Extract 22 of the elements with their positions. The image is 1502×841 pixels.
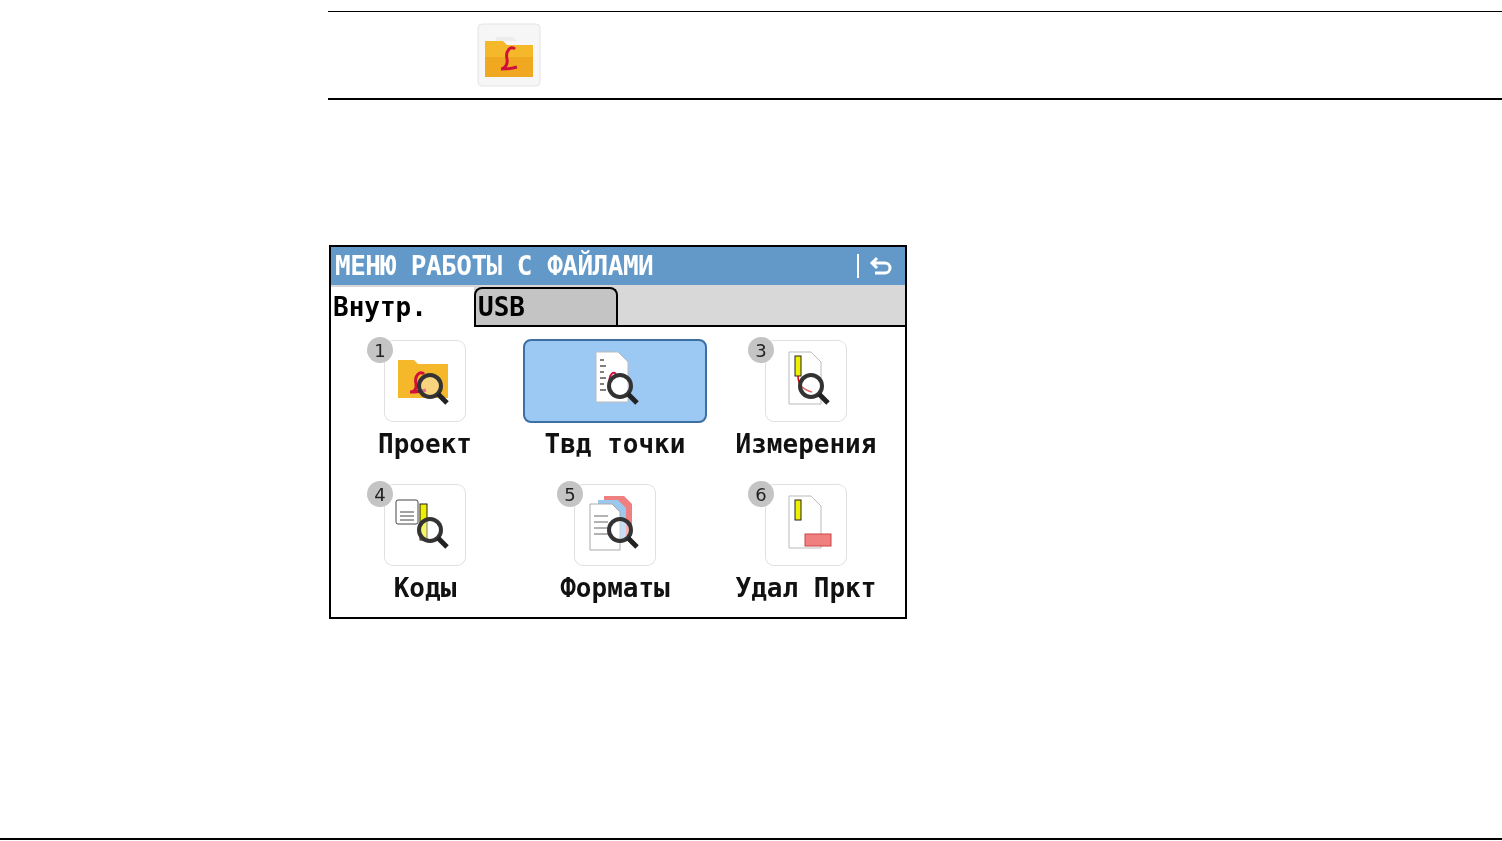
number-badge: 3 xyxy=(748,337,774,363)
menu-label: Форматы xyxy=(560,573,670,603)
menu-label: Твд точки xyxy=(544,429,686,459)
menu-label: Удал Пркт xyxy=(735,573,877,603)
menu-tile[interactable]: 1 xyxy=(333,339,517,423)
tab[interactable]: Внутр. xyxy=(331,287,474,327)
number-badge: 6 xyxy=(748,481,774,507)
back-icon[interactable] xyxy=(869,255,893,277)
menu-tile[interactable] xyxy=(523,339,707,423)
folder-icon xyxy=(477,23,541,87)
menu-label: Измерения xyxy=(735,429,877,459)
tab[interactable]: USB xyxy=(474,287,618,325)
number-badge: 4 xyxy=(367,481,393,507)
menu-tile[interactable]: 4 xyxy=(333,483,517,567)
menu-tile[interactable]: 5 xyxy=(523,483,707,567)
menu-label: Проект xyxy=(378,429,472,459)
menu-tile[interactable]: 6 xyxy=(714,483,898,567)
menu-label: Коды xyxy=(393,573,457,603)
screen-title: МЕНЮ РАБОТЫ С ФАЙЛАМИ xyxy=(335,251,655,281)
menu-tile[interactable]: 3 xyxy=(714,339,898,423)
number-badge: 5 xyxy=(557,481,583,507)
number-badge: 1 xyxy=(367,337,393,363)
